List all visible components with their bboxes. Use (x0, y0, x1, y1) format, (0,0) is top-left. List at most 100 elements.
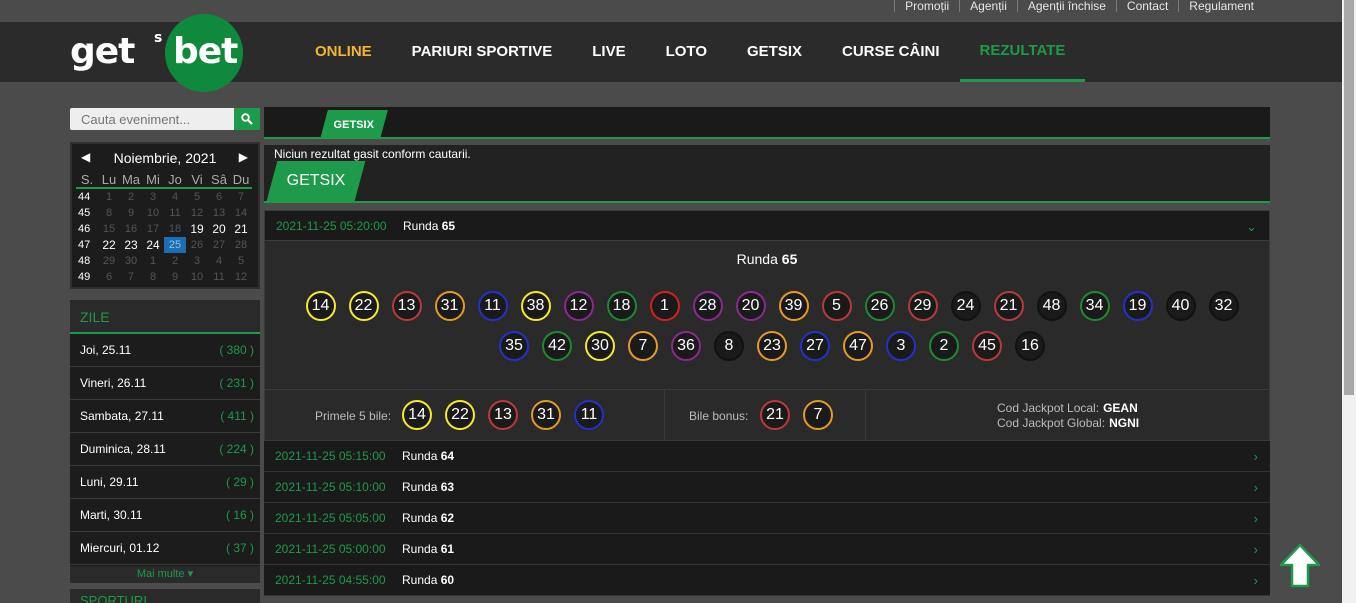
round-row[interactable]: 2021-11-25 05:15:00 Runda 64 › (264, 441, 1270, 472)
calendar-day[interactable]: 1 (142, 253, 164, 269)
weekday: Mi (146, 172, 160, 187)
logo-mark: s (154, 30, 163, 46)
calendar-day[interactable]: 20 (208, 221, 230, 237)
calendar-day[interactable]: 6 (98, 269, 120, 285)
round-label: Runda 65 (403, 219, 456, 233)
calendar-day[interactable]: 7 (120, 269, 142, 285)
chevron-right-icon[interactable]: › (1254, 441, 1258, 472)
calendar-day[interactable]: 9 (120, 205, 142, 221)
calendar-day[interactable]: 23 (120, 237, 142, 253)
calendar-day[interactable]: 15 (98, 221, 120, 237)
link-agentii-inchise[interactable]: Agenții închise (1016, 0, 1116, 12)
chevron-right-icon[interactable]: › (1254, 534, 1258, 565)
link-agentii[interactable]: Agenții (959, 0, 1017, 12)
calendar-day[interactable]: 5 (186, 189, 208, 205)
link-regulament[interactable]: Regulament (1178, 0, 1264, 12)
nav-curse-caini[interactable]: CURSE CÂINI (822, 22, 960, 82)
round-row[interactable]: 2021-11-25 05:10:00 Runda 63 › (264, 472, 1270, 503)
calendar-day[interactable]: 30 (120, 253, 142, 269)
calendar-day[interactable]: 8 (142, 269, 164, 285)
ball: 16 (1015, 331, 1045, 361)
round-label: Runda 64 (402, 449, 455, 463)
calendar-week: 45 8 9 10 11 12 13 14 (76, 205, 252, 221)
calendar-week: 48 29 30 1 2 3 4 5 (76, 253, 252, 269)
calendar-day[interactable]: 10 (186, 269, 208, 285)
section-getsix-label: GETSIX (286, 172, 346, 189)
nav-live[interactable]: LIVE (572, 22, 645, 82)
calendar-day[interactable]: 12 (186, 205, 208, 221)
logo[interactable]: get s bet (70, 14, 248, 92)
day-item[interactable]: Vineri, 26.11 ( 231 ) (70, 367, 260, 400)
calendar-day[interactable]: 2 (164, 253, 186, 269)
calendar-day[interactable]: 29 (98, 253, 120, 269)
chevron-right-icon[interactable]: › (1254, 565, 1258, 596)
calendar-day[interactable]: 14 (230, 205, 252, 221)
day-item[interactable]: Duminica, 28.11 ( 224 ) (70, 433, 260, 466)
round-row-open[interactable]: 2021-11-25 05:20:00 Runda 65 ⌄ (264, 210, 1270, 241)
calendar-day[interactable]: 21 (230, 221, 252, 237)
ball: 36 (671, 331, 701, 361)
calendar-day[interactable]: 13 (208, 205, 230, 221)
scrollbar-thumb[interactable] (1344, 0, 1354, 395)
round-row[interactable]: 2021-11-25 05:00:00 Runda 61 › (264, 534, 1270, 565)
calendar-day[interactable]: 10 (142, 205, 164, 221)
ball: 39 (778, 291, 809, 321)
chevron-right-icon[interactable]: › (1254, 503, 1258, 534)
page-scrollbar[interactable] (1342, 0, 1356, 603)
nav-getsix[interactable]: GETSIX (727, 22, 822, 82)
more-days-button[interactable]: Mai multe ▾ (70, 566, 260, 583)
calendar: ◀ Noiembrie, 2021 ▶ S. Lu Ma Mi Jo Vi Sâ… (70, 142, 260, 289)
nav-pariuri-sportive[interactable]: PARIURI SPORTIVE (392, 22, 573, 82)
calendar-day[interactable]: 27 (208, 237, 230, 253)
calendar-day[interactable]: 11 (164, 205, 186, 221)
round-row[interactable]: 2021-11-25 05:05:00 Runda 62 › (264, 503, 1270, 534)
tab-getsix[interactable]: GETSIX (320, 110, 388, 139)
chevron-right-icon[interactable]: › (1254, 472, 1258, 503)
rounds-list: 2021-11-25 05:20:00 Runda 65 ⌄ Runda 65 … (264, 210, 1270, 596)
link-contact[interactable]: Contact (1115, 0, 1178, 12)
calendar-day[interactable]: 9 (164, 269, 186, 285)
round-row[interactable]: 2021-11-25 04:55:00 Runda 60 › (264, 565, 1270, 596)
calendar-day[interactable]: 22 (98, 237, 120, 253)
calendar-day[interactable]: 24 (142, 237, 164, 253)
day-item[interactable]: Sambata, 27.11 ( 411 ) (70, 400, 260, 433)
search-input[interactable] (70, 108, 234, 130)
calendar-day[interactable]: 12 (230, 269, 252, 285)
day-item[interactable]: Marti, 30.11 ( 16 ) (70, 499, 260, 532)
calendar-day[interactable]: 17 (142, 221, 164, 237)
bonus-section: Bile bonus: 21 7 (666, 390, 866, 440)
nav-online[interactable]: ONLINE (295, 22, 392, 82)
ball: 22 (348, 291, 379, 321)
ball: 42 (542, 331, 572, 361)
ball: 28 (692, 291, 723, 321)
calendar-day[interactable]: 3 (142, 189, 164, 205)
calendar-day[interactable]: 26 (186, 237, 208, 253)
calendar-day[interactable]: 4 (164, 189, 186, 205)
day-item[interactable]: Miercuri, 01.12 ( 37 ) (70, 532, 260, 565)
day-item[interactable]: Luni, 29.11 ( 29 ) (70, 466, 260, 499)
calendar-day[interactable]: 19 (186, 221, 208, 237)
scroll-top-icon[interactable] (1277, 543, 1323, 589)
calendar-day[interactable]: 25 (164, 237, 186, 253)
sporturi-title: SPORTURI (70, 589, 260, 603)
chevron-down-icon[interactable]: ⌄ (1246, 211, 1257, 242)
nav-rezultate[interactable]: REZULTATE (959, 22, 1086, 82)
calendar-day[interactable]: 5 (230, 253, 252, 269)
calendar-next-icon[interactable]: ▶ (239, 150, 248, 164)
calendar-day[interactable]: 16 (120, 221, 142, 237)
calendar-day[interactable]: 2 (120, 189, 142, 205)
nav-loto[interactable]: LOTO (646, 22, 727, 82)
calendar-day[interactable]: 11 (208, 269, 230, 285)
calendar-day[interactable]: 6 (208, 189, 230, 205)
day-item[interactable]: Joi, 25.11 ( 380 ) (70, 334, 260, 367)
calendar-day[interactable]: 28 (230, 237, 252, 253)
calendar-day[interactable]: 7 (230, 189, 252, 205)
calendar-week: 46 15 16 17 18 19 20 21 (76, 221, 252, 237)
calendar-day[interactable]: 18 (164, 221, 186, 237)
link-promotii[interactable]: Promoții (894, 0, 959, 12)
calendar-day[interactable]: 1 (98, 189, 120, 205)
calendar-day[interactable]: 4 (208, 253, 230, 269)
search-button[interactable] (234, 108, 260, 130)
calendar-day[interactable]: 8 (98, 205, 120, 221)
calendar-day[interactable]: 3 (186, 253, 208, 269)
